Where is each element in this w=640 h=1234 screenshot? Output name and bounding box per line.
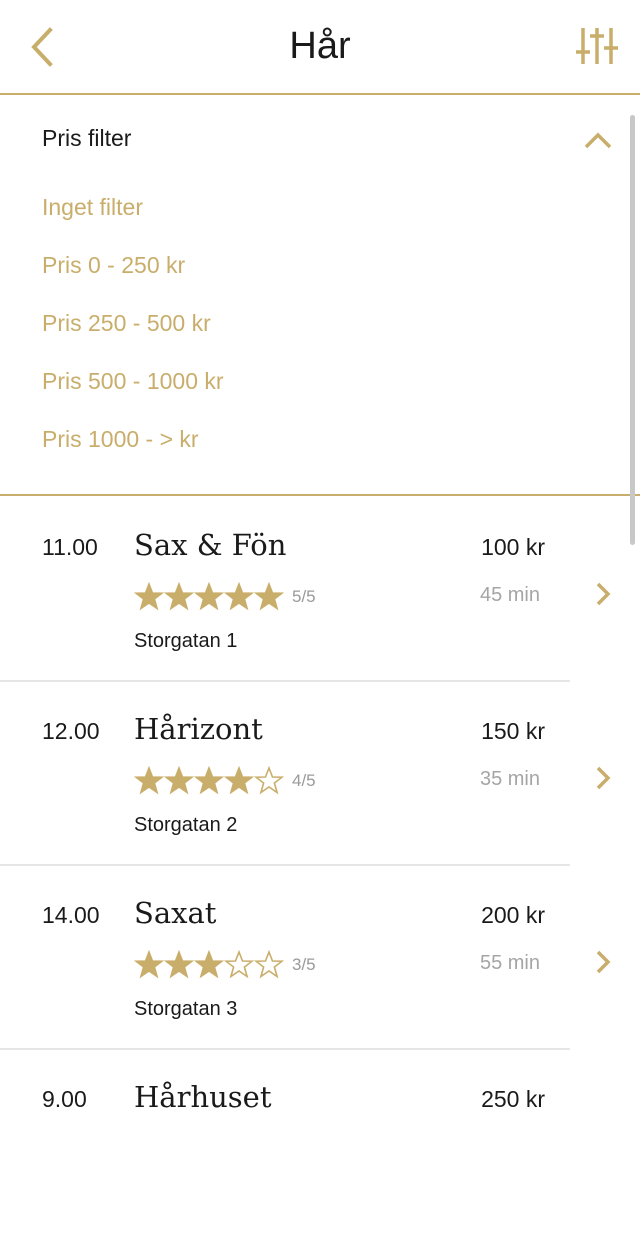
star-empty-icon [254,950,284,979]
star-empty-icon [224,950,254,979]
star-filled-icon [164,950,194,979]
back-button[interactable] [22,24,62,70]
star-filled-icon [164,766,194,795]
appointment-time: 14.00 [42,902,100,928]
star-filled-icon [134,582,164,611]
chevron-left-icon [31,27,53,67]
scrollbar[interactable] [630,115,635,545]
price-filter-panel: Pris filter Inget filter Pris 0 - 250 kr… [0,95,640,496]
star-filled-icon [254,582,284,611]
duration: 45 min [479,584,540,606]
filter-option-none[interactable]: Inget filter [42,194,143,221]
duration: 55 min [479,952,540,974]
salon-name: Sax & Fön [134,528,287,562]
chevron-right-icon[interactable] [590,578,616,610]
sliders-icon [576,28,618,64]
star-filled-icon [194,582,224,611]
salon-row[interactable]: 12.00 Hårizont 4/5 Storgatan 2 150 kr 35… [0,682,640,866]
filter-collapse-button[interactable] [580,125,616,155]
filter-heading: Pris filter [42,125,132,151]
chevron-right-icon[interactable] [590,762,616,794]
filter-option-0-250[interactable]: Pris 0 - 250 kr [42,252,185,279]
star-filled-icon [164,582,194,611]
filter-button[interactable] [574,22,620,68]
star-filled-icon [134,950,164,979]
salon-row[interactable]: 14.00 Saxat 3/5 Storgatan 3 200 kr 55 mi… [0,866,640,1050]
appointment-time: 11.00 [42,534,98,560]
price: 100 kr [481,534,545,560]
duration: 35 min [479,768,540,790]
filter-option-250-500[interactable]: Pris 250 - 500 kr [42,310,211,337]
salon-name: Hårhuset [134,1080,272,1114]
star-filled-icon [194,766,224,795]
rating-text: 3/5 [292,955,316,974]
star-rating: 3/5 [134,950,316,980]
salon-row[interactable]: 9.00 Hårhuset 250 kr [0,1050,640,1234]
appointment-time: 9.00 [42,1086,87,1112]
filter-option-500-1000[interactable]: Pris 500 - 1000 kr [42,368,224,395]
star-filled-icon [224,582,254,611]
chevron-right-icon[interactable] [590,946,616,978]
star-rating: 4/5 [134,766,316,796]
salon-name: Saxat [134,896,217,930]
price: 150 kr [481,718,545,744]
salon-row[interactable]: 11.00 Sax & Fön 5/5 Storgatan 1 100 kr 4… [0,498,640,682]
filter-option-1000-plus[interactable]: Pris 1000 - > kr [42,426,199,453]
chevron-up-icon [584,132,612,149]
rating-text: 5/5 [292,587,316,606]
star-rating: 5/5 [134,582,316,612]
page-title: Hår [289,25,351,67]
salon-address: Storgatan 2 [134,814,238,836]
salon-name: Hårizont [134,712,263,746]
price: 250 kr [481,1086,545,1112]
star-filled-icon [224,766,254,795]
star-filled-icon [194,950,224,979]
star-empty-icon [254,766,284,795]
appointment-time: 12.00 [42,718,100,744]
rating-text: 4/5 [292,771,316,790]
star-filled-icon [134,766,164,795]
salon-address: Storgatan 1 [134,630,238,652]
app-header: Hår [0,0,640,95]
salon-address: Storgatan 3 [134,998,238,1020]
price: 200 kr [481,902,545,928]
